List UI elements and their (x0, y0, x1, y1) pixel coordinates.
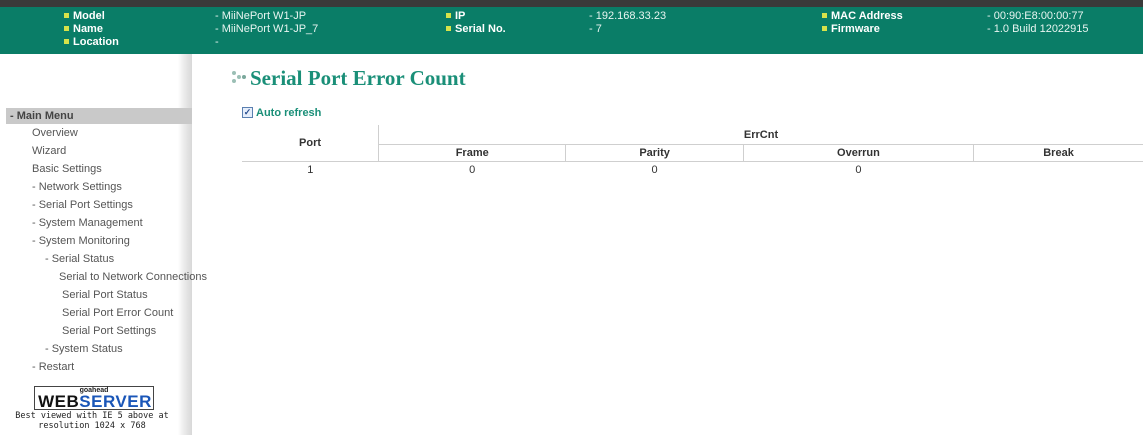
menu-item-wizard[interactable]: Wizard (32, 143, 66, 159)
title-dots-icon (232, 70, 248, 86)
auto-refresh-control: ✓ Auto refresh (242, 106, 321, 119)
browser-recommendation: Best viewed with IE 5 above at resolutio… (4, 411, 180, 431)
location-row: Location (64, 36, 119, 49)
bullet-icon (822, 25, 827, 31)
mac-label: MAC Address (831, 10, 903, 22)
name-label: Name (73, 23, 103, 35)
port-cell: 1 (307, 164, 314, 176)
menu-item-network-settings[interactable]: - Network Settings (32, 179, 122, 195)
menu-item-basic-settings[interactable]: Basic Settings (32, 161, 102, 177)
bullet-icon (822, 12, 827, 18)
mac-value: - 00:90:E8:00:00:77 (987, 10, 1084, 22)
model-label: Model (73, 10, 105, 22)
error-count-table: Port ErrCnt Frame Parity Overrun Break 1… (242, 125, 1143, 178)
name-value: - MiiNePort W1-JP_7 (215, 23, 319, 35)
parity-column-header: Parity (565, 144, 744, 162)
logo-web-text: WEB (38, 392, 80, 411)
logo-wordmark: WEBSERVER (37, 393, 153, 411)
goahead-webserver-logo: goahead WEBSERVER (34, 386, 154, 411)
firmware-value: - 1.0 Build 12022915 (987, 23, 1089, 35)
serial-row: Serial No. (446, 23, 506, 36)
menu-item-serial-to-network-connections[interactable]: Serial to Network Connections (59, 269, 207, 285)
model-row: Model (64, 10, 105, 23)
overrun-cell: 0 (855, 164, 862, 176)
page-title-text: Serial Port Error Count (250, 66, 466, 90)
sidebar: - Main Menu Overview Wizard Basic Settin… (0, 54, 207, 435)
menu-item-system-status[interactable]: - System Status (45, 341, 123, 357)
model-value: - MiiNePort W1-JP (215, 10, 307, 22)
logo-server-text: SERVER (79, 392, 152, 411)
caption-line-2: resolution 1024 x 768 (38, 421, 146, 431)
page-title: Serial Port Error Count (232, 66, 466, 90)
parity-cell: 0 (651, 164, 658, 176)
bullet-icon (446, 12, 451, 18)
errcnt-group-header: ErrCnt (378, 125, 1143, 145)
frame-cell: 0 (469, 164, 476, 176)
overrun-column-header: Overrun (742, 144, 974, 162)
menu-item-restart[interactable]: - Restart (32, 359, 74, 375)
location-label: Location (73, 36, 119, 48)
ip-label: IP (455, 10, 466, 22)
menu-item-system-management[interactable]: - System Management (32, 215, 143, 231)
auto-refresh-label[interactable]: Auto refresh (256, 107, 321, 119)
main-menu-header[interactable]: - Main Menu (6, 108, 192, 124)
caption-line-1: Best viewed with IE 5 above at (15, 411, 169, 421)
mac-row: MAC Address (822, 10, 903, 23)
menu-item-serial-port-error-count[interactable]: Serial Port Error Count (62, 305, 173, 321)
device-info-header: Model - MiiNePort W1-JP Name - MiiNePort… (0, 0, 1143, 54)
auto-refresh-checkbox[interactable]: ✓ (242, 106, 253, 118)
menu-item-serial-status[interactable]: - Serial Status (45, 251, 114, 267)
bullet-icon (64, 12, 69, 18)
ip-value: - 192.168.33.23 (589, 10, 667, 22)
location-value: - (215, 36, 219, 48)
bullet-icon (446, 25, 451, 31)
serial-label: Serial No. (455, 23, 506, 35)
table-row: 1 0 0 0 (242, 162, 1143, 179)
bullet-icon (64, 25, 69, 31)
menu-item-system-monitoring[interactable]: - System Monitoring (32, 233, 130, 249)
firmware-row: Firmware (822, 23, 880, 36)
menu-item-overview[interactable]: Overview (32, 125, 78, 141)
menu-item-serial-port-settings-status[interactable]: Serial Port Settings (62, 323, 156, 339)
break-column-header: Break (973, 144, 1143, 162)
menu-item-serial-port-status[interactable]: Serial Port Status (62, 287, 148, 303)
bullet-icon (64, 38, 69, 44)
menu-item-serial-port-settings[interactable]: - Serial Port Settings (32, 197, 133, 213)
name-row: Name (64, 23, 103, 36)
port-column-header: Port (242, 125, 379, 162)
frame-column-header: Frame (378, 144, 566, 162)
firmware-label: Firmware (831, 23, 880, 35)
ip-row: IP (446, 10, 465, 23)
serial-value: - 7 (589, 23, 602, 35)
break-cell (974, 162, 1143, 179)
